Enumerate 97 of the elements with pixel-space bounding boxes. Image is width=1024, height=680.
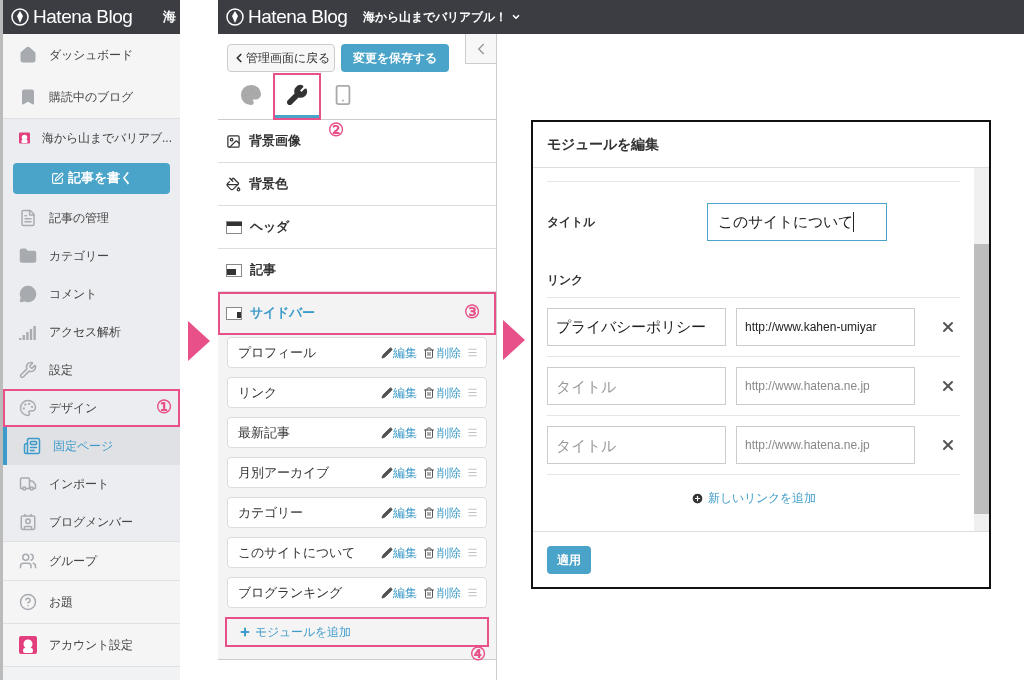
sidebar-item[interactable]: ダッシュボード bbox=[3, 34, 180, 76]
truck-icon bbox=[19, 475, 37, 493]
link-url-field[interactable]: http://www.kahen-umiyar bbox=[736, 308, 915, 346]
step-number: ② bbox=[328, 120, 344, 140]
pencil-icon bbox=[381, 586, 393, 599]
pencil-square-icon bbox=[50, 171, 64, 185]
plus-circle-icon bbox=[691, 491, 704, 505]
pencil-icon bbox=[381, 466, 393, 479]
pencil-icon bbox=[381, 346, 393, 359]
module-name: 最新記事 bbox=[238, 423, 290, 442]
menu-item[interactable]: ヘッダ bbox=[218, 206, 496, 249]
link-title-field[interactable]: タイトル bbox=[547, 426, 726, 464]
scrollbar[interactable] bbox=[974, 168, 989, 531]
trash-icon bbox=[423, 346, 435, 359]
signal-bars-icon bbox=[19, 324, 37, 340]
sidebar-item[interactable]: 購読中のブログ bbox=[3, 76, 180, 118]
palette-icon bbox=[19, 399, 37, 417]
page-icon bbox=[23, 437, 41, 455]
drag-handle-icon bbox=[467, 347, 478, 358]
tab[interactable] bbox=[275, 75, 319, 118]
module-name: このサイトについて bbox=[238, 543, 355, 562]
blog-title[interactable]: 海から山までバリアブル！ bbox=[363, 8, 522, 26]
id-card-icon bbox=[19, 513, 37, 531]
plus-icon bbox=[239, 626, 251, 638]
module-name: リンク bbox=[238, 383, 277, 402]
close-icon[interactable] bbox=[940, 378, 956, 394]
trash-icon bbox=[423, 466, 435, 479]
sidebar-item[interactable]: アクセス解析 bbox=[3, 313, 180, 351]
sidebar-item[interactable]: アカウント設定 bbox=[3, 624, 180, 666]
sidebar-item[interactable]: デザイン ① bbox=[3, 389, 180, 427]
sidebar-item[interactable]: ブログメンバー bbox=[3, 503, 180, 541]
folder-icon bbox=[19, 247, 37, 265]
step-number: ③ bbox=[464, 302, 480, 322]
caret-icon bbox=[511, 12, 522, 22]
triangle-arrow-icon bbox=[188, 321, 210, 361]
sidebar-item[interactable]: グループ bbox=[3, 542, 180, 580]
drag-handle-icon bbox=[467, 547, 478, 558]
sidebar-item[interactable]: インポート bbox=[3, 465, 180, 503]
pencil-icon bbox=[381, 546, 393, 559]
layout-icon bbox=[226, 220, 242, 234]
drag-handle-icon bbox=[467, 427, 478, 438]
layout-icon bbox=[226, 263, 242, 277]
field-label: リンク bbox=[547, 271, 583, 289]
pencil-icon bbox=[381, 386, 393, 399]
drag-handle-icon bbox=[467, 467, 478, 478]
image-icon bbox=[226, 133, 241, 149]
drag-handle-icon bbox=[467, 507, 478, 518]
drag-handle-icon bbox=[467, 587, 478, 598]
logo-icon bbox=[11, 8, 29, 26]
question-icon bbox=[19, 593, 37, 611]
sidebar-item[interactable]: カテゴリー bbox=[3, 237, 180, 275]
link-url-field[interactable]: http://www.hatena.ne.jp bbox=[736, 426, 915, 464]
close-icon[interactable] bbox=[940, 437, 956, 453]
trash-icon bbox=[423, 506, 435, 519]
pencil-icon bbox=[381, 426, 393, 439]
trash-icon bbox=[423, 426, 435, 439]
trash-icon bbox=[423, 586, 435, 599]
logo-text: Hatena Blog bbox=[248, 4, 348, 29]
logo-text: Hatena Blog bbox=[33, 4, 133, 29]
trash-icon bbox=[423, 386, 435, 399]
wrench-icon bbox=[19, 361, 37, 379]
link-title-field[interactable]: プライバシーポリシー bbox=[547, 308, 726, 346]
drag-handle-icon bbox=[467, 387, 478, 398]
module-name: カテゴリー bbox=[238, 503, 303, 522]
home-icon bbox=[19, 46, 37, 64]
module-name: ブログランキング bbox=[238, 583, 342, 602]
step-number: ① bbox=[156, 397, 172, 417]
title-field[interactable]: このサイトについて bbox=[707, 203, 887, 241]
paint-bucket-icon bbox=[226, 176, 241, 192]
people-icon bbox=[19, 552, 37, 570]
link-title-field[interactable]: タイトル bbox=[547, 367, 726, 405]
module-name: プロフィール bbox=[238, 343, 316, 362]
avatar-icon bbox=[19, 636, 37, 654]
step-number: ④ bbox=[470, 644, 486, 664]
wrench-icon bbox=[286, 84, 308, 106]
pencil-icon bbox=[381, 506, 393, 519]
link-url-field[interactable]: http://www.hatena.ne.jp bbox=[736, 367, 915, 405]
blog-title: 海 bbox=[163, 8, 177, 27]
logo-icon bbox=[226, 8, 244, 26]
bookmark-icon bbox=[19, 88, 37, 106]
module-name: 月別アーカイブ bbox=[238, 463, 329, 482]
back-button[interactable]: 管理画面に戻る bbox=[227, 44, 335, 72]
sidebar-item[interactable]: コメント bbox=[3, 275, 180, 313]
document-icon bbox=[19, 209, 37, 227]
menu-item[interactable]: 背景色 bbox=[218, 163, 496, 206]
palette-icon bbox=[240, 84, 262, 106]
sidebar-item[interactable]: 設定 bbox=[3, 351, 180, 389]
sidebar-item[interactable]: お題 bbox=[3, 581, 180, 623]
sidebar-item[interactable]: 海から山までバリアブ... bbox=[3, 119, 180, 157]
layout-icon bbox=[226, 306, 242, 320]
modal-title: モジュールを編集 bbox=[547, 135, 659, 154]
trash-icon bbox=[423, 546, 435, 559]
speech-bubble-icon bbox=[19, 285, 37, 303]
field-label: タイトル bbox=[547, 214, 596, 231]
triangle-arrow-icon bbox=[503, 320, 525, 360]
close-icon[interactable] bbox=[940, 319, 956, 335]
sidebar-item[interactable]: 記事の管理 bbox=[3, 199, 180, 237]
